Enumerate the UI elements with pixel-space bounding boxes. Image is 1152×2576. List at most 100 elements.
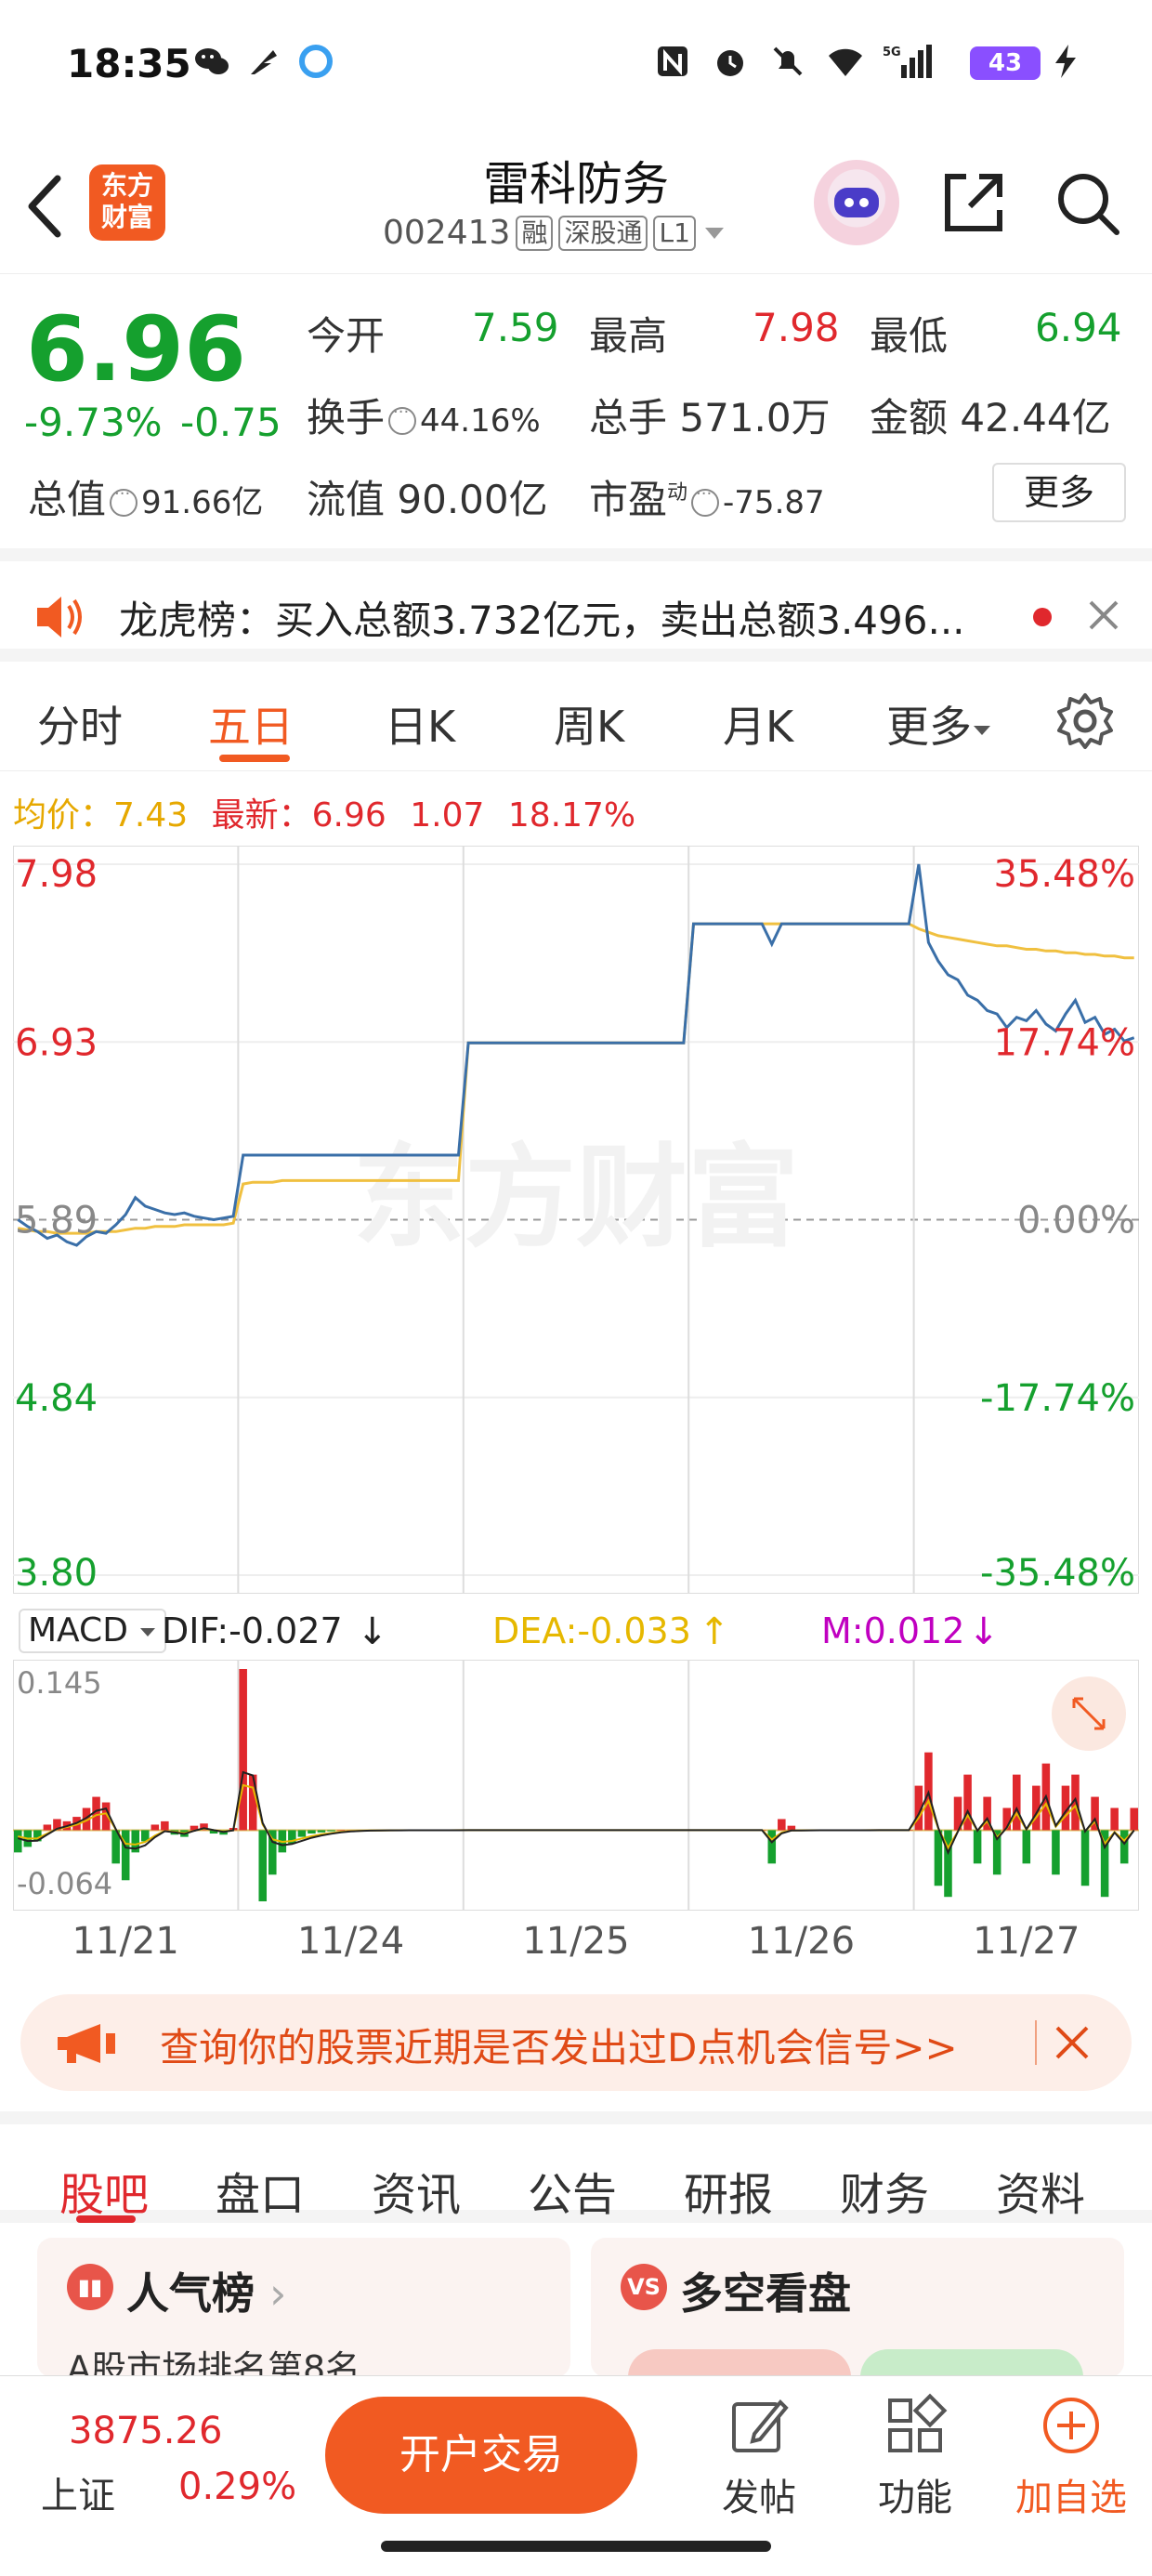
tab-daily-k[interactable]: 日K: [385, 693, 455, 755]
logo-text-top: 东方: [100, 170, 153, 201]
close-icon[interactable]: [1085, 597, 1122, 634]
macd-bar: [317, 1830, 326, 1833]
index-value[interactable]: 3875.26: [69, 2410, 222, 2452]
logo-text-bottom: 财富: [100, 202, 153, 232]
bearish-pill[interactable]: [860, 2349, 1083, 2377]
popularity-card[interactable]: ▮▮ 人气榜 › A股市场排名第8名: [37, 2238, 570, 2377]
open-value: 7.59: [472, 305, 559, 350]
y-tick-right: 17.74%: [993, 1021, 1135, 1064]
settings-gear-icon[interactable]: [1055, 691, 1115, 751]
megaphone-icon: [58, 2024, 115, 2063]
add-watchlist-button[interactable]: 加自选: [1011, 2393, 1132, 2521]
section-tabs: 股吧 盘口 资讯 公告 研报 财务 资料: [0, 2111, 1152, 2223]
tab-five-day[interactable]: 五日: [208, 693, 294, 755]
search-icon[interactable]: [1052, 167, 1122, 238]
ai-assistant-icon[interactable]: [814, 160, 899, 245]
macd-chart[interactable]: 0.145 -0.064: [13, 1660, 1139, 1911]
post-button[interactable]: 发帖: [699, 2393, 819, 2521]
connect-tag: 深股通: [558, 215, 648, 251]
tab-monthly-k[interactable]: 月K: [723, 693, 793, 755]
info-icon[interactable]: [691, 484, 720, 517]
up-arrow-icon: ↑: [699, 1610, 730, 1653]
open-account-trade-button[interactable]: 开户交易: [325, 2397, 637, 2514]
macd-bar: [248, 1774, 257, 1831]
share-icon[interactable]: [938, 167, 1009, 238]
stock-code-row[interactable]: 002413 融 深股通 L1: [383, 214, 727, 252]
x-axis: 11/21 11/24 11/25 11/26 11/27: [72, 1920, 1080, 1963]
home-indicator[interactable]: [381, 2541, 771, 2552]
macd-bar: [1022, 1830, 1031, 1864]
active-tab-indicator: [219, 755, 290, 762]
tab-guba[interactable]: 股吧: [59, 2158, 149, 2223]
y-tick-left: 4.84: [15, 1377, 98, 1420]
battery-indicator: 43: [970, 46, 1041, 80]
x-tick-label: 11/24: [297, 1920, 404, 1963]
info-icon[interactable]: [388, 402, 417, 435]
dea-value: DEA:-0.033: [492, 1610, 691, 1651]
macd-bar: [963, 1774, 972, 1831]
notice-text: 龙虎榜：买入总额3.732亿元，卖出总额3.496...: [119, 598, 965, 643]
popularity-rank: A股市场排名第8名: [67, 2348, 361, 2377]
macd-bar: [973, 1830, 982, 1864]
tab-intraday[interactable]: 分时: [37, 693, 123, 755]
vs-icon: VS: [621, 2264, 667, 2310]
tab-weekly-k[interactable]: 周K: [554, 693, 624, 755]
turnover-label: 换手44.16%: [307, 387, 541, 443]
tab-more[interactable]: 更多: [886, 693, 992, 755]
indicator-selector[interactable]: MACD: [19, 1609, 167, 1653]
tab-financials[interactable]: 财务: [840, 2158, 929, 2223]
more-button[interactable]: 更多: [992, 463, 1126, 522]
tab-announcements[interactable]: 公告: [528, 2158, 617, 2223]
tab-orderbook[interactable]: 盘口: [216, 2158, 305, 2223]
macd-bar: [1012, 1774, 1021, 1831]
total-cap-label: 总值91.66亿: [28, 468, 263, 525]
latest-pct: 18.17%: [507, 796, 636, 835]
latest-label: 最新：: [211, 796, 312, 835]
tab-news[interactable]: 资讯: [372, 2158, 461, 2223]
bullish-pill[interactable]: [628, 2349, 851, 2377]
add-circle-icon: [1043, 2398, 1099, 2453]
close-icon[interactable]: [1054, 2024, 1091, 2061]
info-icon[interactable]: [110, 484, 138, 517]
tab-reports[interactable]: 研报: [684, 2158, 773, 2223]
y-tick-right: 35.48%: [993, 853, 1135, 896]
dragon-tiger-notice[interactable]: 龙虎榜：买入总额3.732亿元，卖出总额3.496...: [0, 548, 1152, 662]
amount-label: 金额 42.44亿: [870, 395, 1111, 440]
change-amount: -0.75: [180, 400, 281, 445]
nfc-icon: [658, 46, 687, 76]
expand-icon[interactable]: [1052, 1676, 1126, 1751]
macd-bar: [767, 1830, 777, 1864]
wechat-icon: [195, 48, 229, 74]
avg-label: 均价：: [13, 796, 114, 835]
macd-bar: [258, 1830, 268, 1901]
high-label: 最高: [589, 313, 668, 359]
browser-icon: [299, 45, 333, 78]
charging-icon: [1055, 45, 1076, 78]
functions-button[interactable]: 功能: [855, 2393, 975, 2521]
amount-value: 42.44亿: [960, 395, 1111, 440]
open-label: 今开: [307, 313, 386, 359]
macd-bar: [778, 1819, 786, 1831]
macd-bar: [1130, 1807, 1138, 1831]
dropdown-arrow-icon: [704, 227, 724, 239]
app-logo: 东方 财富: [89, 164, 165, 241]
latest-value: 6.96: [311, 796, 386, 835]
d-point-promo[interactable]: 查询你的股票近期是否发出过D点机会信号>>: [20, 1994, 1132, 2091]
unread-dot: [1033, 608, 1052, 626]
five-day-price-chart[interactable]: 东方财富 7.98 35.48% 6.93 17.74% 5.89 0.00% 4.84 -1…: [13, 846, 1139, 1594]
long-short-card[interactable]: VS 多空看盘: [591, 2238, 1124, 2377]
back-icon[interactable]: [19, 169, 74, 243]
x-tick-label: 11/25: [522, 1920, 629, 1963]
latest-change: 1.07: [410, 796, 485, 835]
low-value: 6.94: [1035, 305, 1122, 350]
active-section-indicator: [76, 2215, 136, 2223]
alarm-icon: [717, 50, 743, 76]
y-tick-left: 6.93: [15, 1021, 98, 1064]
macd-bar: [336, 1830, 346, 1831]
tab-profile[interactable]: 资料: [996, 2158, 1085, 2223]
low-label: 最低: [870, 313, 949, 359]
macd-y-top: 0.145: [17, 1665, 102, 1701]
svg-text:5G: 5G: [883, 46, 901, 59]
watermark: 东方财富: [353, 1134, 799, 1263]
dif-value: DIF:-0.027: [162, 1610, 343, 1651]
